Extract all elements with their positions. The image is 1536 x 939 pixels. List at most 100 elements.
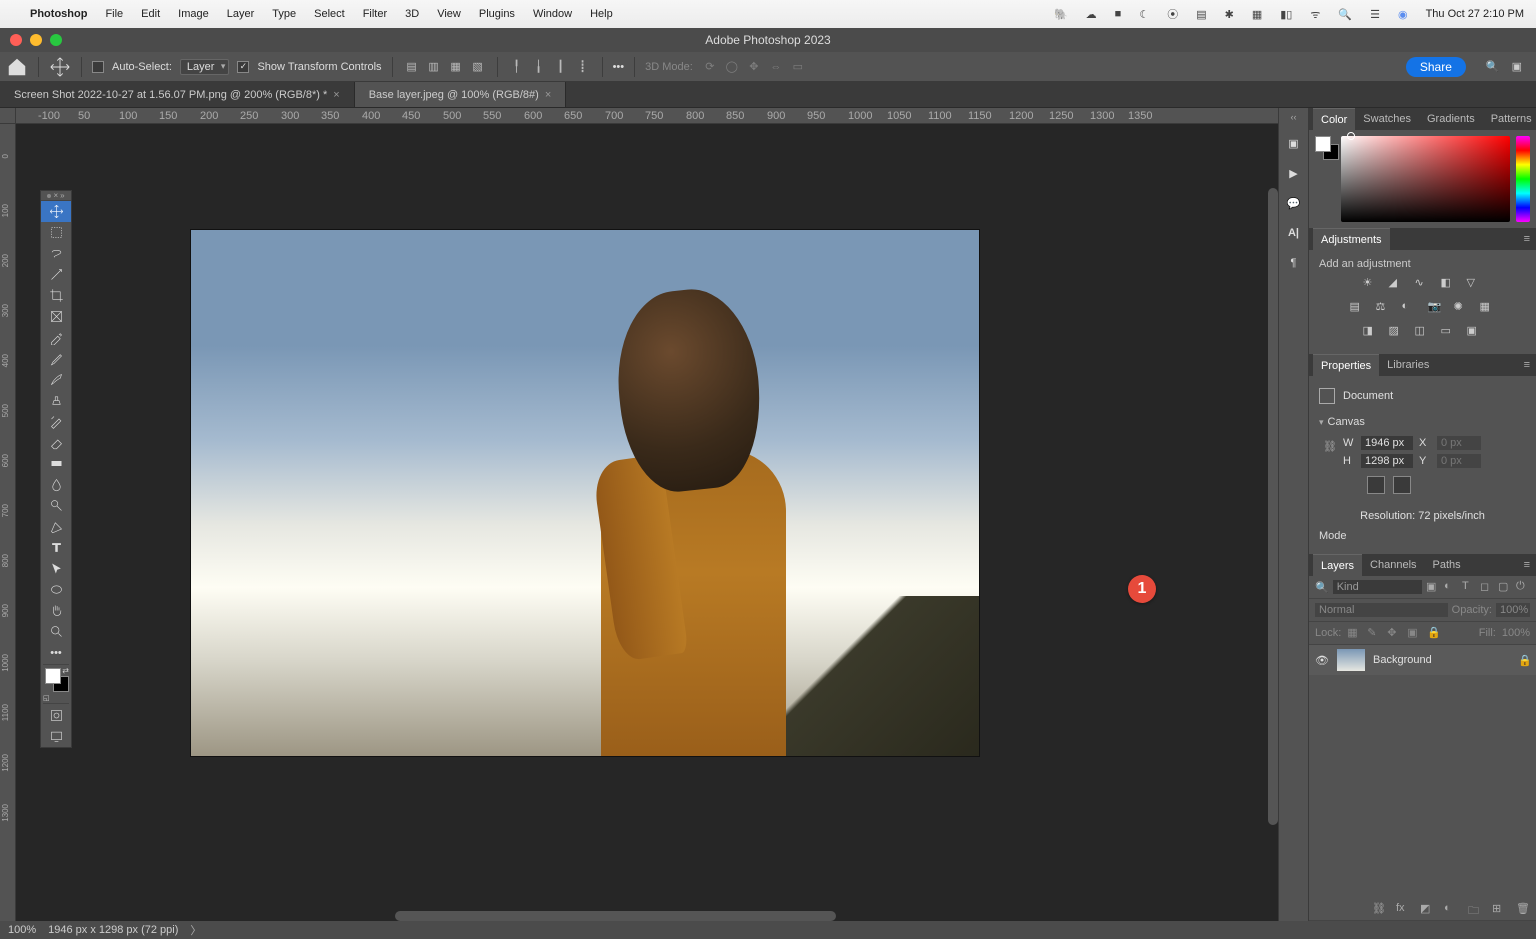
paragraph-panel-icon[interactable]: ¶: [1285, 254, 1303, 272]
panel-fg-bg-swatches[interactable]: [1315, 136, 1335, 222]
filter-pixel-icon[interactable]: ▣: [1426, 580, 1440, 594]
brush-tool[interactable]: [41, 369, 71, 390]
tab-swatches[interactable]: Swatches: [1355, 108, 1419, 130]
magic-wand-tool[interactable]: [41, 264, 71, 285]
menu-3d[interactable]: 3D: [405, 8, 419, 20]
opacity-field[interactable]: 100%: [1496, 603, 1530, 617]
auto-select-target-dropdown[interactable]: Layer: [180, 59, 230, 75]
link-layers-icon[interactable]: ⛓: [1372, 902, 1386, 916]
photo-filter-icon[interactable]: 📷: [1428, 300, 1444, 316]
selective-color-icon[interactable]: ▣: [1467, 324, 1483, 340]
pen-tool[interactable]: [41, 516, 71, 537]
screen-mode-toggle[interactable]: [41, 726, 71, 747]
orientation-landscape-icon[interactable]: [1393, 476, 1411, 494]
layer-row[interactable]: 👁 Background 🔒: [1309, 645, 1536, 675]
distribute-top-icon[interactable]: ╿: [508, 58, 526, 76]
lock-artboard-icon[interactable]: ▣: [1407, 626, 1421, 640]
lock-all-icon[interactable]: 🔒: [1427, 626, 1441, 640]
layer-mask-icon[interactable]: ◩: [1420, 902, 1434, 916]
filter-adjust-icon[interactable]: ◐: [1444, 580, 1458, 594]
filter-shape-icon[interactable]: ◻: [1480, 580, 1494, 594]
fg-bg-color-control[interactable]: ⇄ ◱: [41, 666, 71, 702]
wifi-icon[interactable]: ᯤ: [1310, 7, 1320, 22]
document-info[interactable]: 1946 px x 1298 px (72 ppi): [48, 924, 178, 936]
history-panel-icon[interactable]: ▣: [1285, 134, 1303, 152]
align-center-icon[interactable]: ▥: [425, 58, 443, 76]
clone-stamp-tool[interactable]: [41, 390, 71, 411]
horizontal-ruler[interactable]: -100501001502002503003504004505005506006…: [16, 108, 1278, 124]
layer-style-icon[interactable]: fx: [1396, 902, 1410, 916]
lock-transparency-icon[interactable]: ▦: [1347, 626, 1361, 640]
filter-smart-icon[interactable]: ▢: [1498, 580, 1512, 594]
bw-icon[interactable]: ◐: [1402, 300, 1418, 316]
battery-icon[interactable]: ▮▯: [1280, 8, 1292, 21]
orientation-portrait-icon[interactable]: [1367, 476, 1385, 494]
move-tool[interactable]: [41, 201, 71, 222]
auto-select-checkbox[interactable]: [92, 61, 104, 73]
facetime-icon[interactable]: ■: [1115, 8, 1122, 20]
status-bar-menu-icon[interactable]: 〉: [190, 922, 201, 938]
document-canvas[interactable]: [191, 230, 979, 756]
document-tab[interactable]: Screen Shot 2022-10-27 at 1.56.07 PM.png…: [0, 82, 355, 107]
menu-plugins[interactable]: Plugins: [479, 8, 515, 20]
menu-help[interactable]: Help: [590, 8, 613, 20]
character-panel-icon[interactable]: A|: [1285, 224, 1303, 242]
link-wh-icon[interactable]: ⛓: [1323, 440, 1337, 453]
filter-toggle-icon[interactable]: ⏻: [1516, 580, 1530, 594]
panel-menu-icon[interactable]: ≡: [1518, 233, 1536, 245]
align-left-icon[interactable]: ▤: [403, 58, 421, 76]
menu-layer[interactable]: Layer: [227, 8, 255, 20]
layer-visibility-icon[interactable]: 👁: [1315, 654, 1329, 667]
distribute-more-icon[interactable]: ┋: [574, 58, 592, 76]
levels-icon[interactable]: ◢: [1389, 276, 1405, 292]
workspace-switcher-icon[interactable]: ▣: [1512, 60, 1522, 73]
search-panel-icon[interactable]: 🔍: [1486, 60, 1500, 73]
color-balance-icon[interactable]: ⚖: [1376, 300, 1392, 316]
moon-icon[interactable]: ☾: [1139, 8, 1149, 21]
layer-thumbnail[interactable]: [1337, 649, 1365, 671]
tab-channels[interactable]: Channels: [1362, 554, 1424, 576]
vibrance-icon[interactable]: ▽: [1467, 276, 1483, 292]
lock-position-icon[interactable]: ✥: [1387, 626, 1401, 640]
tab-properties[interactable]: Properties: [1313, 354, 1379, 376]
tab-paths[interactable]: Paths: [1425, 554, 1469, 576]
filter-type-icon[interactable]: T: [1462, 580, 1476, 594]
channel-mixer-icon[interactable]: ✺: [1454, 300, 1470, 316]
delete-layer-icon[interactable]: 🗑: [1516, 902, 1530, 916]
lasso-tool[interactable]: [41, 243, 71, 264]
type-tool[interactable]: [41, 537, 71, 558]
rectangular-marquee-tool[interactable]: [41, 222, 71, 243]
document-tab[interactable]: Base layer.jpeg @ 100% (RGB/8#) ×: [355, 82, 567, 107]
frame-tool[interactable]: [41, 306, 71, 327]
swap-colors-icon[interactable]: ⇄: [62, 666, 69, 675]
blur-tool[interactable]: [41, 474, 71, 495]
width-field[interactable]: 1946 px: [1361, 436, 1413, 450]
zoom-level[interactable]: 100%: [8, 924, 36, 936]
align-more-icon[interactable]: ▧: [469, 58, 487, 76]
menu-edit[interactable]: Edit: [141, 8, 160, 20]
new-adjustment-layer-icon[interactable]: ◐: [1444, 902, 1458, 916]
blocker-icon[interactable]: ⦿: [1167, 6, 1178, 22]
hue-slider[interactable]: [1516, 136, 1530, 222]
default-colors-icon[interactable]: ◱: [43, 694, 50, 702]
horizontal-scrollbar[interactable]: [395, 911, 837, 921]
fill-field[interactable]: 100%: [1502, 627, 1530, 639]
threshold-icon[interactable]: ◫: [1415, 324, 1431, 340]
home-button[interactable]: [6, 56, 28, 78]
posterize-icon[interactable]: ▨: [1389, 324, 1405, 340]
panel-menu-icon[interactable]: ≡: [1518, 359, 1536, 371]
ruler-origin[interactable]: [0, 108, 16, 124]
lock-pixels-icon[interactable]: ✎: [1367, 626, 1381, 640]
menubar-clock[interactable]: Thu Oct 27 2:10 PM: [1426, 8, 1524, 20]
hue-sat-icon[interactable]: ▤: [1350, 300, 1366, 316]
close-tab-icon[interactable]: ×: [333, 89, 339, 101]
search-icon[interactable]: 🔍: [1338, 8, 1352, 21]
menu-image[interactable]: Image: [178, 8, 209, 20]
gradient-tool[interactable]: [41, 453, 71, 474]
menu-view[interactable]: View: [437, 8, 461, 20]
blend-mode-dropdown[interactable]: Normal: [1315, 603, 1448, 617]
dodge-tool[interactable]: [41, 495, 71, 516]
layer-lock-icon[interactable]: 🔒: [1518, 654, 1530, 667]
elephant-icon[interactable]: 🐘: [1054, 8, 1068, 21]
siri-icon[interactable]: ◉: [1398, 8, 1408, 21]
